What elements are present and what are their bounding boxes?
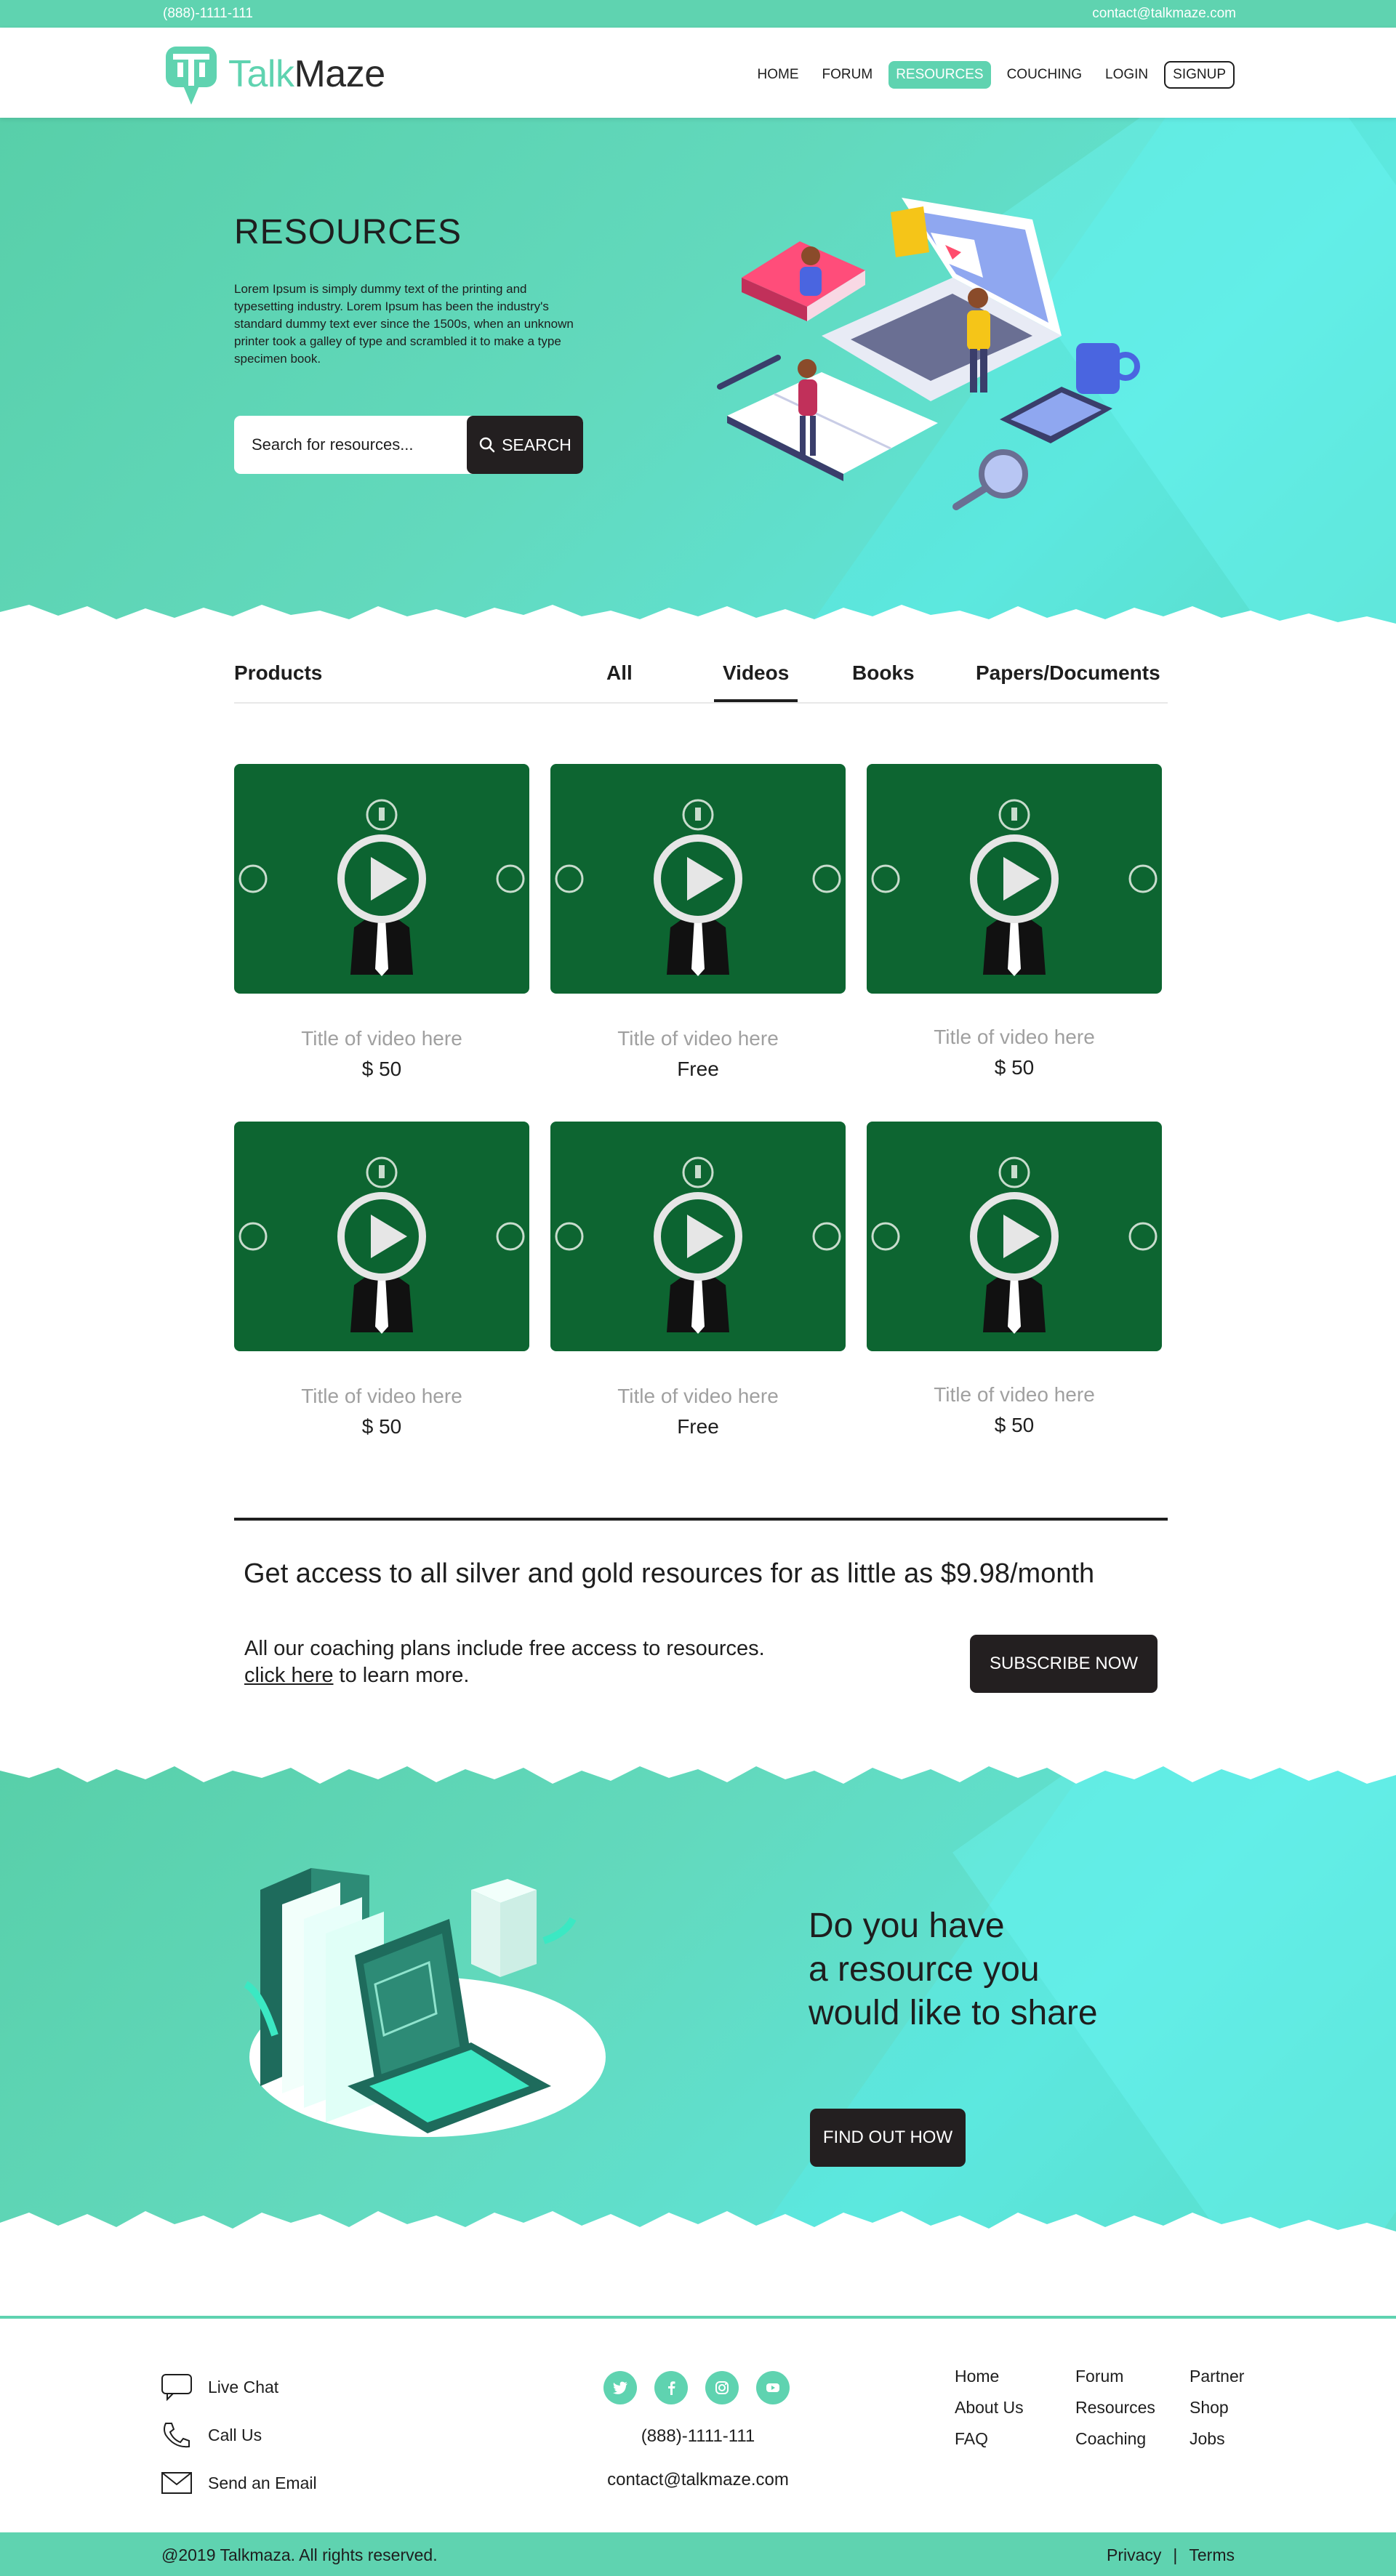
- footer-phone[interactable]: (888)-1111-111: [0, 2426, 1396, 2447]
- top-phone: (888)-1111-111: [163, 6, 253, 21]
- footer-email[interactable]: contact@talkmaze.com: [0, 2470, 1396, 2490]
- nav-signup[interactable]: SIGNUP: [1164, 61, 1235, 89]
- live-chat-link[interactable]: Live Chat: [160, 2372, 278, 2402]
- section-divider: [234, 1518, 1168, 1521]
- chat-icon: [161, 2374, 192, 2402]
- footer-links-col-2: Forum Resources Coaching: [1075, 2367, 1155, 2449]
- video-title[interactable]: Title of video here: [234, 1027, 529, 1050]
- video-price: Free: [677, 1415, 719, 1438]
- video-card[interactable]: Title of video here $ 50: [867, 764, 1162, 1079]
- video-card[interactable]: Title of video here $ 50: [234, 1122, 529, 1438]
- search-icon: [479, 437, 495, 453]
- video-title[interactable]: Title of video here: [867, 1383, 1162, 1406]
- search-input[interactable]: [234, 416, 467, 474]
- video-price: $ 50: [994, 1056, 1035, 1079]
- site-header: TalkMaze HOME FORUM RESOURCES COUCHING L…: [0, 28, 1396, 118]
- play-icon: [871, 1156, 1158, 1334]
- search-box: SEARCH: [234, 416, 583, 474]
- legal-links: Privacy | Terms: [1107, 2545, 1235, 2565]
- footer-link-about-us[interactable]: About Us: [955, 2398, 1024, 2418]
- footer-link-shop[interactable]: Shop: [1190, 2398, 1244, 2418]
- brand-name: TalkMaze: [228, 53, 385, 95]
- tab-all[interactable]: All: [606, 661, 633, 699]
- footer-links-col-1: Home About Us FAQ: [955, 2367, 1024, 2449]
- nav-login[interactable]: LOGIN: [1098, 61, 1155, 89]
- video-thumbnail[interactable]: [550, 1122, 846, 1351]
- torn-edge-top: [0, 1758, 1396, 1784]
- footer-link-resources[interactable]: Resources: [1075, 2398, 1155, 2418]
- video-card[interactable]: Title of video here $ 50: [234, 764, 529, 1081]
- find-out-how-button[interactable]: FIND OUT HOW: [810, 2109, 966, 2167]
- instagram-icon[interactable]: [705, 2371, 739, 2404]
- video-price: $ 50: [361, 1058, 402, 1080]
- nav-home[interactable]: HOME: [750, 61, 806, 89]
- video-title[interactable]: Title of video here: [550, 1385, 846, 1408]
- nav-couching[interactable]: COUCHING: [1000, 61, 1089, 89]
- torn-edge-bottom: [0, 605, 1396, 641]
- terms-link[interactable]: Terms: [1189, 2545, 1235, 2565]
- footer-top-border: [0, 2316, 1396, 2319]
- search-button[interactable]: SEARCH: [467, 416, 583, 474]
- share-illustration: [244, 1868, 606, 2137]
- youtube-icon[interactable]: [756, 2371, 790, 2404]
- footer-link-faq[interactable]: FAQ: [955, 2429, 1024, 2449]
- logo[interactable]: TalkMaze: [161, 42, 385, 106]
- video-thumbnail[interactable]: [550, 764, 846, 994]
- legal-separator: |: [1173, 2545, 1178, 2564]
- subscribe-now-button[interactable]: SUBSCRIBE NOW: [970, 1635, 1158, 1693]
- main-nav: HOME FORUM RESOURCES COUCHING LOGIN SIGN…: [750, 61, 1235, 89]
- video-price: $ 50: [994, 1414, 1035, 1436]
- video-title[interactable]: Title of video here: [550, 1027, 846, 1050]
- tab-videos[interactable]: Videos: [714, 661, 798, 702]
- resource-tabs: Products All Videos Books Papers/Documen…: [234, 645, 1168, 704]
- hero-description: Lorem Ipsum is simply dummy text of the …: [234, 282, 574, 366]
- torn-edge-bottom: [0, 2211, 1396, 2252]
- nav-forum[interactable]: FORUM: [815, 61, 880, 89]
- privacy-link[interactable]: Privacy: [1107, 2545, 1161, 2565]
- top-email[interactable]: contact@talkmaze.com: [1092, 6, 1236, 22]
- footer-link-coaching[interactable]: Coaching: [1075, 2429, 1155, 2449]
- twitter-icon[interactable]: [603, 2371, 637, 2404]
- hero-section: RESOURCES Lorem Ipsum is simply dummy te…: [0, 118, 1396, 641]
- video-thumbnail[interactable]: [234, 1122, 529, 1351]
- play-icon: [555, 799, 841, 976]
- share-section: [0, 1758, 1396, 2252]
- nav-resources[interactable]: RESOURCES: [888, 61, 991, 89]
- promo-headline: Get access to all silver and gold resour…: [244, 1558, 1095, 1589]
- play-icon: [238, 1156, 525, 1334]
- footer-links-col-3: Partner Shop Jobs: [1190, 2367, 1244, 2449]
- footer-link-forum[interactable]: Forum: [1075, 2367, 1155, 2386]
- footer-link-jobs[interactable]: Jobs: [1190, 2429, 1244, 2449]
- play-icon: [555, 1156, 841, 1334]
- play-icon: [238, 799, 525, 976]
- page-title: RESOURCES: [234, 213, 462, 251]
- tab-papers-documents[interactable]: Papers/Documents: [976, 661, 1160, 699]
- video-thumbnail[interactable]: [867, 1122, 1162, 1351]
- video-title[interactable]: Title of video here: [234, 1385, 529, 1408]
- social-links: [603, 2371, 790, 2404]
- video-title[interactable]: Title of video here: [867, 1026, 1162, 1049]
- logo-icon: [166, 47, 217, 105]
- copyright-text: @2019 Talkmaza. All rights reserved.: [161, 2545, 438, 2564]
- search-button-label: SEARCH: [502, 435, 571, 454]
- video-thumbnail[interactable]: [867, 764, 1162, 994]
- video-card[interactable]: Title of video here $ 50: [867, 1122, 1162, 1437]
- footer-link-home[interactable]: Home: [955, 2367, 1024, 2386]
- video-thumbnail[interactable]: [234, 764, 529, 994]
- copyright-bar: @2019 Talkmaza. All rights reserved. Pri…: [0, 2532, 1396, 2576]
- hero-illustration: [717, 198, 1140, 510]
- video-card[interactable]: Title of video here Free: [550, 764, 846, 1081]
- share-headline: Do you have a resource you would like to…: [809, 1907, 1098, 2032]
- video-price: $ 50: [361, 1415, 402, 1438]
- facebook-icon[interactable]: [654, 2371, 688, 2404]
- promo-text: All our coaching plans include free acce…: [244, 1637, 765, 1687]
- tab-books[interactable]: Books: [852, 661, 915, 699]
- video-card[interactable]: Title of video here Free: [550, 1122, 846, 1438]
- top-contact-bar: (888)-1111-111 contact@talkmaze.com: [0, 0, 1396, 28]
- video-price: Free: [677, 1058, 719, 1080]
- tabs-label: Products: [234, 661, 323, 684]
- footer-link-partner[interactable]: Partner: [1190, 2367, 1244, 2386]
- click-here-link[interactable]: click here: [244, 1664, 334, 1687]
- play-icon: [871, 799, 1158, 976]
